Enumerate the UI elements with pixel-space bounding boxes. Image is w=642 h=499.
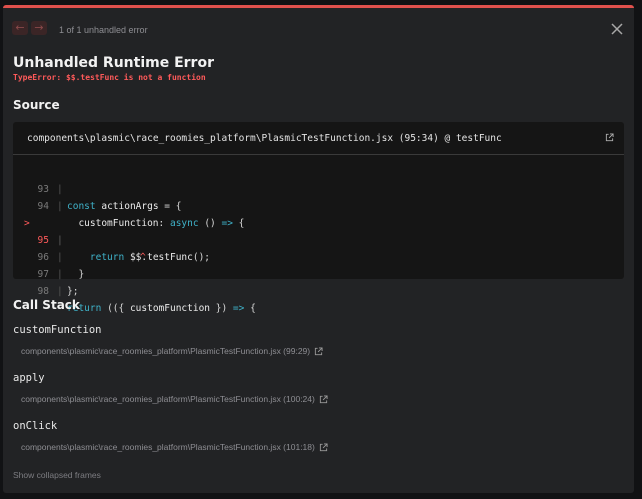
error-title: Unhandled Runtime Error [13, 55, 214, 71]
arrow-left-icon: ← [15, 21, 25, 34]
error-count-label: 1 of 1 unhandled error [59, 25, 148, 35]
stack-frame-path: components\plasmic\race_roomies_platform… [21, 394, 315, 404]
source-code-frame: components\plasmic\race_roomies_platform… [13, 122, 624, 314]
error-message: TypeError: $$.testFunc is not a function [13, 73, 206, 82]
stack-frame-location[interactable]: components\plasmic\race_roomies_platform… [21, 442, 328, 452]
source-file-header[interactable]: components\plasmic\race_roomies_platform… [13, 122, 624, 155]
arrow-right-icon: → [34, 21, 44, 34]
external-link-icon[interactable] [605, 133, 614, 142]
stack-frame-name: onClick [13, 420, 58, 432]
code-line-error: > 95 | return $$.testFunc(); [13, 198, 624, 263]
code-line: 93 | const actionArgs = { [37, 184, 182, 212]
code-line: 94 | customFunction: async () => { [37, 201, 245, 229]
next-error-button[interactable]: → [31, 21, 47, 35]
close-icon [611, 23, 623, 35]
previous-error-button[interactable]: ← [12, 21, 28, 35]
external-link-icon[interactable] [319, 442, 328, 452]
stack-frame-location[interactable]: components\plasmic\race_roomies_platform… [21, 394, 328, 404]
error-dialog: ← → 1 of 1 unhandled error Unhandled Run… [3, 5, 634, 493]
external-link-icon[interactable] [319, 394, 328, 404]
stack-frame-name: apply [13, 372, 45, 384]
stack-frame-location[interactable]: components\plasmic\race_roomies_platform… [21, 346, 323, 356]
code-line: 97 | }; [37, 269, 79, 297]
stack-frame-path: components\plasmic\race_roomies_platform… [21, 346, 311, 356]
source-heading: Source [13, 98, 60, 112]
stack-frame-name: customFunction [13, 324, 102, 336]
error-navigation: ← → [12, 21, 47, 35]
close-button[interactable] [610, 22, 624, 36]
source-file-path: components\plasmic\race_roomies_platform… [27, 133, 502, 144]
code-snippet: 93 | const actionArgs = { 94 | customFunct… [13, 164, 624, 314]
call-stack-heading: Call Stack [13, 298, 80, 312]
stack-frame-path: components\plasmic\race_roomies_platform… [21, 442, 315, 452]
external-link-icon[interactable] [314, 346, 323, 356]
code-line-caret: | ^ [13, 215, 624, 263]
show-collapsed-frames-button[interactable]: Show collapsed frames [13, 470, 101, 480]
code-line: 96 | } [37, 252, 85, 280]
code-line: 98 | return (({ customFunction }) => { [37, 286, 256, 314]
